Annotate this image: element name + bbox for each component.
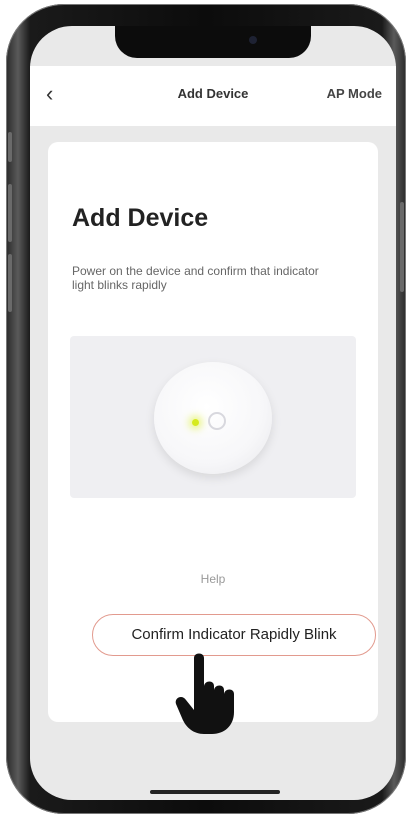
power-icon [208,412,226,430]
nav-header: ‹ Add Device AP Mode [30,66,396,126]
instruction-text: Power on the device and confirm that ind… [72,264,319,292]
add-device-card: Add Device Power on the device and confi… [48,142,378,722]
camera-icon [249,36,257,44]
mute-switch [8,132,12,162]
help-link[interactable]: Help [48,572,378,586]
card-title: Add Device [72,204,209,232]
notch [115,26,311,58]
pointing-hand-icon [175,653,234,734]
home-indicator [150,790,280,794]
device-illustration [70,336,356,498]
phone-mockup: ‹ Add Device AP Mode Add Device Power on… [0,0,414,820]
indicator-light-icon [192,419,199,426]
power-button [400,202,404,292]
volume-up-button [8,184,12,242]
device-icon [154,362,272,474]
ap-mode-link[interactable]: AP Mode [327,86,382,101]
volume-down-button [8,254,12,312]
